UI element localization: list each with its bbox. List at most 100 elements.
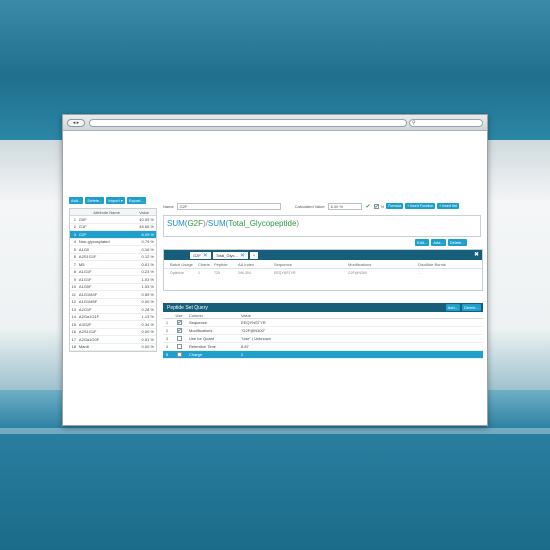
column-header[interactable]: Modifications (348, 262, 418, 267)
peptide-set-query-header: Peptide Set Query Add... Delete... (163, 303, 483, 312)
table-row[interactable]: 4 Non-glycosylated 0.79 % (70, 239, 156, 246)
value-cell[interactable]: 8.87 (239, 344, 479, 349)
name-input[interactable]: G2F (176, 202, 281, 210)
table-row[interactable]: 10 A1G0F 1.53 % (70, 284, 156, 291)
cell: A2S1G1F (78, 329, 97, 335)
table-row[interactable]: 5 A1G0 0.16 % (70, 246, 156, 254)
cell: 0.34 % (141, 321, 154, 327)
column-header[interactable]: Charts (198, 262, 214, 267)
column-header[interactable]: AA Index (238, 262, 274, 267)
cell: A1G1F (78, 269, 92, 275)
peptide-grid: G2F ✕ Total_Glyc... ✕ + ✖ Batch Usage Char… (163, 249, 483, 291)
import-button[interactable]: Import ▾ (106, 197, 125, 204)
column-header-use[interactable]: Use (171, 313, 187, 318)
column-header[interactable]: Sequence (274, 262, 348, 267)
browser-chrome: ◂ ▸ ⚲ (63, 115, 487, 131)
search-bar[interactable]: ⚲ (409, 119, 483, 127)
cell: 0.00 % (141, 344, 154, 350)
calculated-value-field: 6.00 % (327, 202, 362, 210)
table-row[interactable]: 1 G0F 40.09 % (70, 216, 156, 224)
value-cell[interactable]: "Use" | Unknown (239, 336, 479, 341)
cell: 15 (71, 321, 76, 327)
delete-query-button[interactable]: Delete... (462, 304, 481, 311)
query-row[interactable]: 3 Use for Quant "Use" | Unknown (163, 335, 483, 343)
column-header-value[interactable]: Value (239, 313, 479, 318)
query-row[interactable]: 2 ✔ Modifications "G2F@N300" (163, 327, 483, 335)
back-forward-buttons[interactable]: ◂ ▸ (67, 119, 85, 127)
formula-button[interactable]: Formula (386, 203, 404, 209)
cell: 4 (73, 239, 76, 245)
table-row[interactable]: 8 A1G1F 0.23 % (70, 269, 156, 276)
column-header-column[interactable]: Column (187, 313, 239, 318)
cell: EEQYNSTYR (274, 271, 296, 275)
insert-function-button[interactable]: + Insert Function (405, 203, 436, 209)
column-header[interactable]: Batch Usage (170, 262, 198, 267)
table-row[interactable]: 13 A2G1F 0.28 % (70, 306, 156, 314)
use-checkbox[interactable] (176, 344, 182, 349)
column-cell: Retention Time (189, 344, 216, 349)
tab-g2f[interactable]: G2F ✕ (190, 251, 211, 259)
table-row[interactable]: 3 G2F 6.09 % (70, 231, 156, 239)
query-row[interactable]: 1 ✔ Sequence EEQYNSTYR (163, 319, 483, 327)
use-checkbox[interactable] (176, 336, 182, 341)
use-checkbox[interactable]: ✔ (176, 320, 182, 326)
delete-button[interactable]: Delete... (85, 197, 105, 204)
attribute-panel: Add... Delete... Import ▾ Export... Attr… (69, 197, 163, 421)
cell: Man6 (78, 344, 89, 350)
query-row[interactable]: 5 Charge 2 (163, 351, 483, 359)
query-row[interactable]: 4 Retention Time 8.87 (163, 343, 483, 351)
cell: 1.53 % (141, 284, 154, 290)
query-table-header: Use Column Value (163, 312, 483, 319)
formula-editor[interactable]: SUM(G2F)/SUM(Total_Glycopeptide) (163, 215, 481, 237)
table-row[interactable]: Optimize 1 T25 296-304 EEQYNSTYR G2F@N30… (164, 269, 482, 277)
table-row[interactable]: 17 A2Ga1G0F 0.51 % (70, 336, 156, 344)
value-cell[interactable]: EEQYNSTYR (239, 320, 479, 325)
use-cell: ✔ (171, 328, 187, 334)
add-button[interactable]: Add... (431, 239, 446, 246)
add-tab-button[interactable]: + (249, 251, 259, 259)
table-row[interactable]: 7 M5 0.61 % (70, 261, 156, 269)
row-number: 2 (165, 328, 169, 333)
cell: 16 (71, 329, 76, 335)
cell: A1G1F (78, 276, 92, 282)
browser-window: ◂ ▸ ⚲ Add... Delete... Import ▾ Export..… (62, 114, 488, 426)
export-button[interactable]: Export... (126, 197, 146, 204)
column-header-value[interactable]: Value (134, 210, 156, 215)
table-row[interactable]: 14 A2Ga1G1F 1.13 % (70, 314, 156, 321)
value-cell[interactable]: 2 (239, 352, 479, 357)
use-checkbox[interactable] (176, 352, 182, 357)
edit-button[interactable]: Edit... (415, 239, 430, 246)
cell: 0.23 % (141, 269, 154, 275)
add-query-button[interactable]: Add... (445, 304, 461, 311)
search-icon: ⚲ (412, 120, 416, 126)
cell: 14 (71, 314, 76, 320)
column-header[interactable]: Peptide (214, 262, 238, 267)
row-number: 1 (165, 320, 169, 325)
percent-label: % (380, 203, 385, 209)
value-cell[interactable]: "G2F@N300" (239, 328, 479, 333)
use-checkbox[interactable]: ✔ (176, 328, 182, 334)
close-icon[interactable]: ✕ (203, 252, 208, 259)
cell: 2 (73, 224, 76, 230)
column-header-name[interactable]: Attribute Name (77, 210, 134, 215)
table-row[interactable]: 9 A1G1F 1.03 % (70, 276, 156, 284)
table-row[interactable]: 18 Man6 0.00 % (70, 344, 156, 351)
address-bar[interactable] (89, 119, 407, 127)
tab-total-glyco[interactable]: Total_Glyc... ✕ (212, 251, 248, 259)
table-row[interactable]: 12 A1G1M5F 0.00 % (70, 299, 156, 306)
add-button[interactable]: Add... (69, 197, 84, 204)
delete-button[interactable]: Delete... (447, 239, 467, 246)
table-row[interactable]: 16 A2S1G1F 0.00 % (70, 329, 156, 336)
table-row[interactable]: 15 A3G2F 0.34 % (70, 321, 156, 329)
table-row[interactable]: 2 G1F 45.66 % (70, 224, 156, 231)
table-row[interactable]: 11 A1G1M4F 0.59 % (70, 291, 156, 299)
column-header[interactable]: Disulfide Bonds (418, 262, 468, 267)
percent-checkbox[interactable]: ✔ (373, 203, 379, 209)
insert-set-button[interactable]: + Insert Set (437, 203, 460, 209)
close-icon[interactable]: ✕ (240, 252, 245, 259)
cell: A3G2F (78, 321, 92, 327)
background-band (0, 428, 550, 434)
table-row[interactable]: 6 A2S1G1F 0.12 % (70, 254, 156, 261)
close-panel-icon[interactable]: ✖ (474, 251, 479, 258)
cell: 1.03 % (141, 276, 154, 282)
